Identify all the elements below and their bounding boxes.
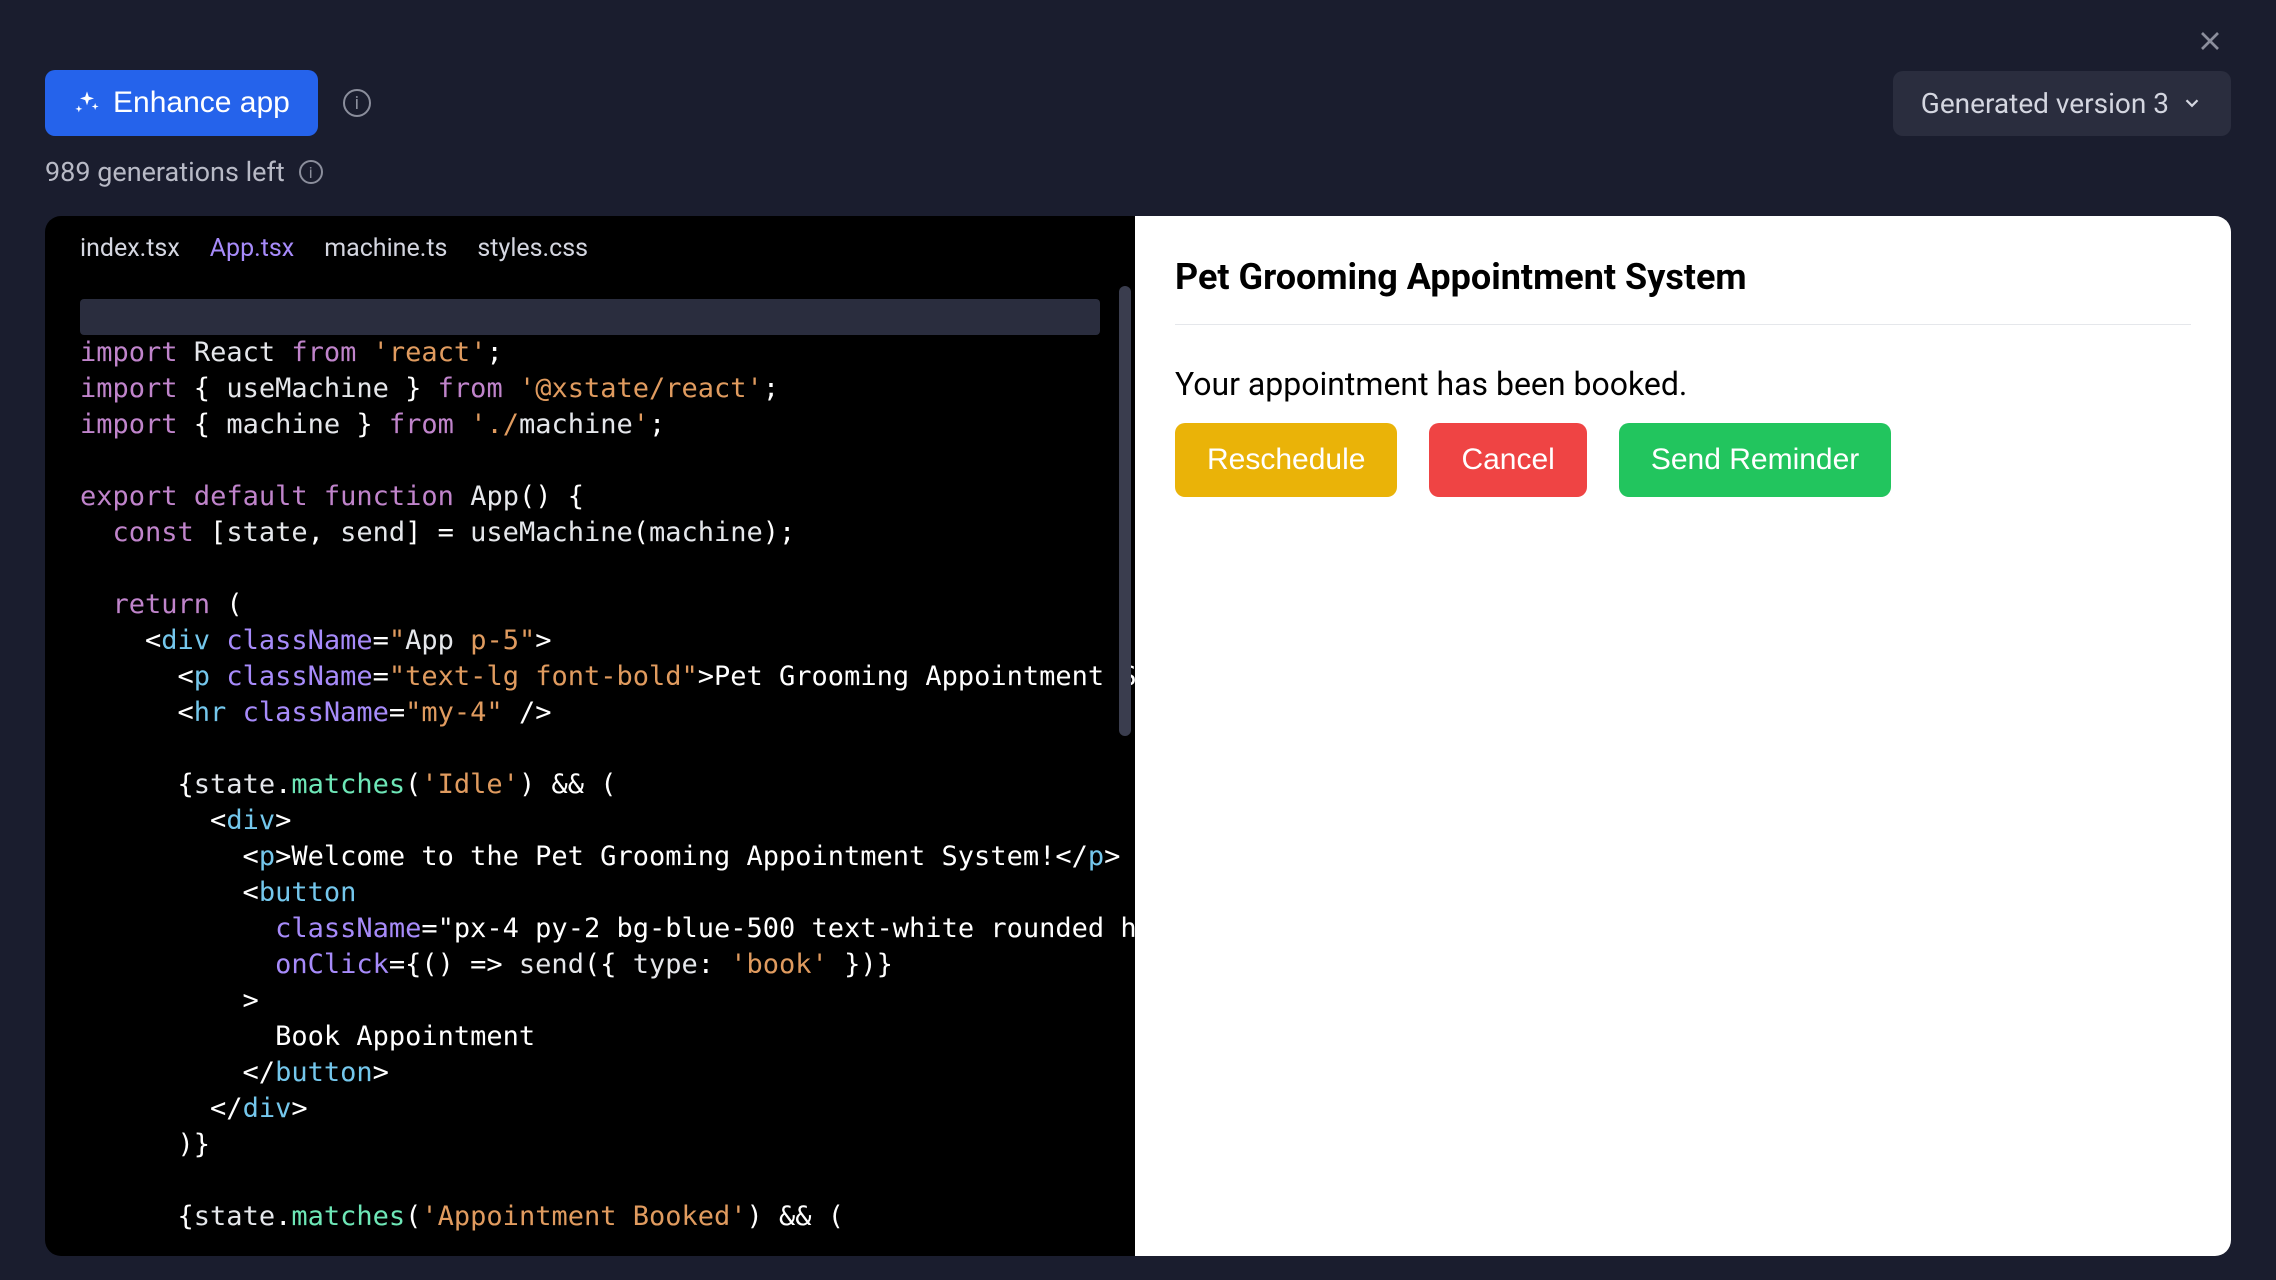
enhance-app-label: Enhance app bbox=[113, 86, 290, 120]
code-content: import React from 'react'; import { useM… bbox=[80, 299, 1100, 1235]
sparkle-icon bbox=[73, 89, 101, 117]
reschedule-button[interactable]: Reschedule bbox=[1175, 423, 1397, 497]
close-icon bbox=[2194, 25, 2226, 57]
tab-machine-ts[interactable]: machine.ts bbox=[324, 234, 447, 263]
tab-app-tsx[interactable]: App.tsx bbox=[210, 234, 294, 263]
generations-left-text: 989 generations left bbox=[45, 156, 285, 188]
chevron-down-icon bbox=[2181, 92, 2203, 114]
cancel-button[interactable]: Cancel bbox=[1429, 423, 1586, 497]
preview-message: Your appointment has been booked. bbox=[1175, 365, 2191, 403]
tab-styles-css[interactable]: styles.css bbox=[477, 234, 588, 263]
version-label: Generated version 3 bbox=[1921, 87, 2169, 120]
close-button[interactable] bbox=[2194, 25, 2226, 61]
generations-info-icon[interactable]: i bbox=[299, 160, 323, 184]
preview-buttons: Reschedule Cancel Send Reminder bbox=[1175, 423, 2191, 497]
info-icon[interactable]: i bbox=[343, 89, 371, 117]
enhance-app-button[interactable]: Enhance app bbox=[45, 70, 318, 136]
preview-title: Pet Grooming Appointment System bbox=[1175, 256, 2191, 298]
main-panel: index.tsx App.tsx machine.ts styles.css … bbox=[45, 216, 2231, 1256]
tab-index-tsx[interactable]: index.tsx bbox=[80, 234, 180, 263]
version-dropdown[interactable]: Generated version 3 bbox=[1893, 71, 2231, 136]
preview-panel: Pet Grooming Appointment System Your app… bbox=[1135, 216, 2231, 1256]
send-reminder-button[interactable]: Send Reminder bbox=[1619, 423, 1891, 497]
scrollbar[interactable] bbox=[1119, 286, 1131, 736]
code-editor[interactable]: import React from 'react'; import { useM… bbox=[45, 281, 1135, 1256]
file-tabs: index.tsx App.tsx machine.ts styles.css bbox=[45, 216, 1135, 281]
preview-divider bbox=[1175, 324, 2191, 325]
code-panel: index.tsx App.tsx machine.ts styles.css … bbox=[45, 216, 1135, 1256]
